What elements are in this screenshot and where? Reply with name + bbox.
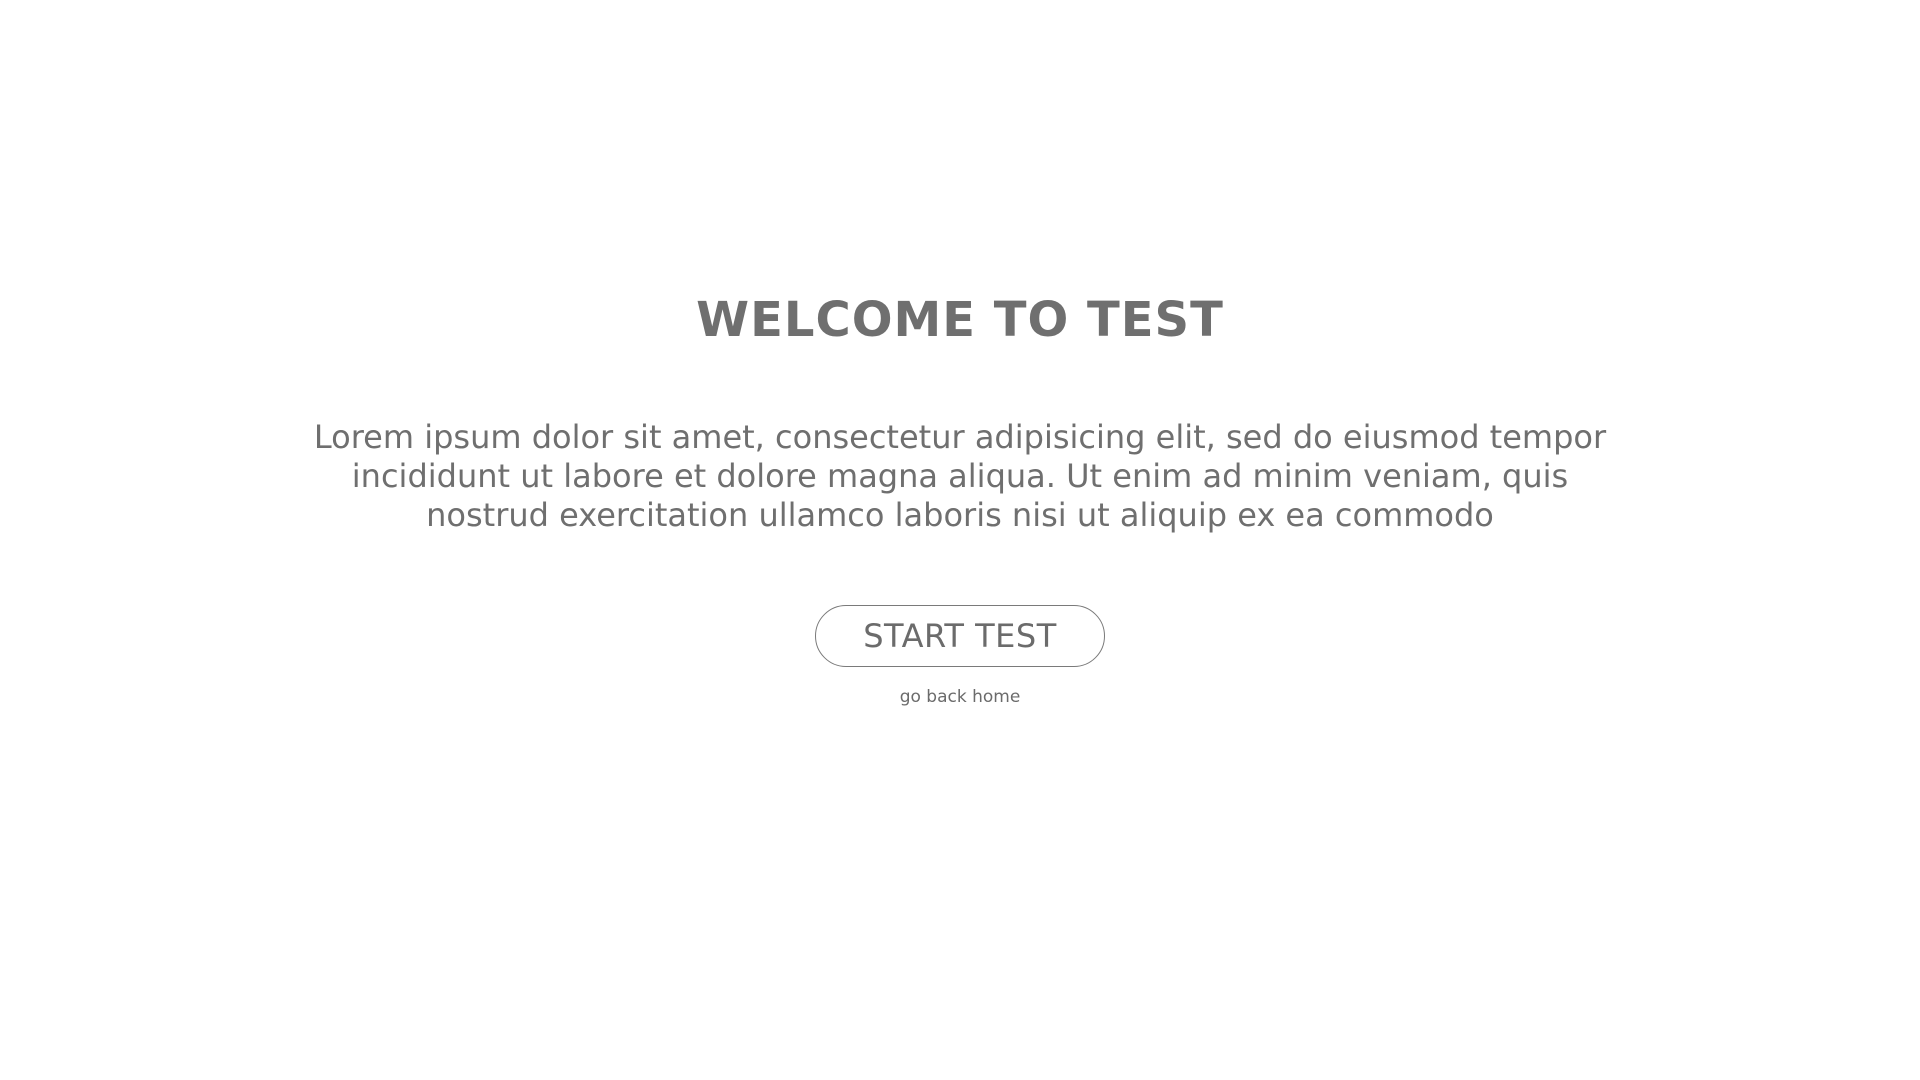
intro-text: Lorem ipsum dolor sit amet, consectetur … (313, 418, 1607, 534)
go-back-home-link[interactable]: go back home (0, 686, 1920, 708)
welcome-page: WELCOME TO TEST Lorem ipsum dolor sit am… (0, 0, 1920, 1080)
start-test-button[interactable]: START TEST (815, 605, 1105, 667)
page-title: WELCOME TO TEST (696, 292, 1224, 348)
